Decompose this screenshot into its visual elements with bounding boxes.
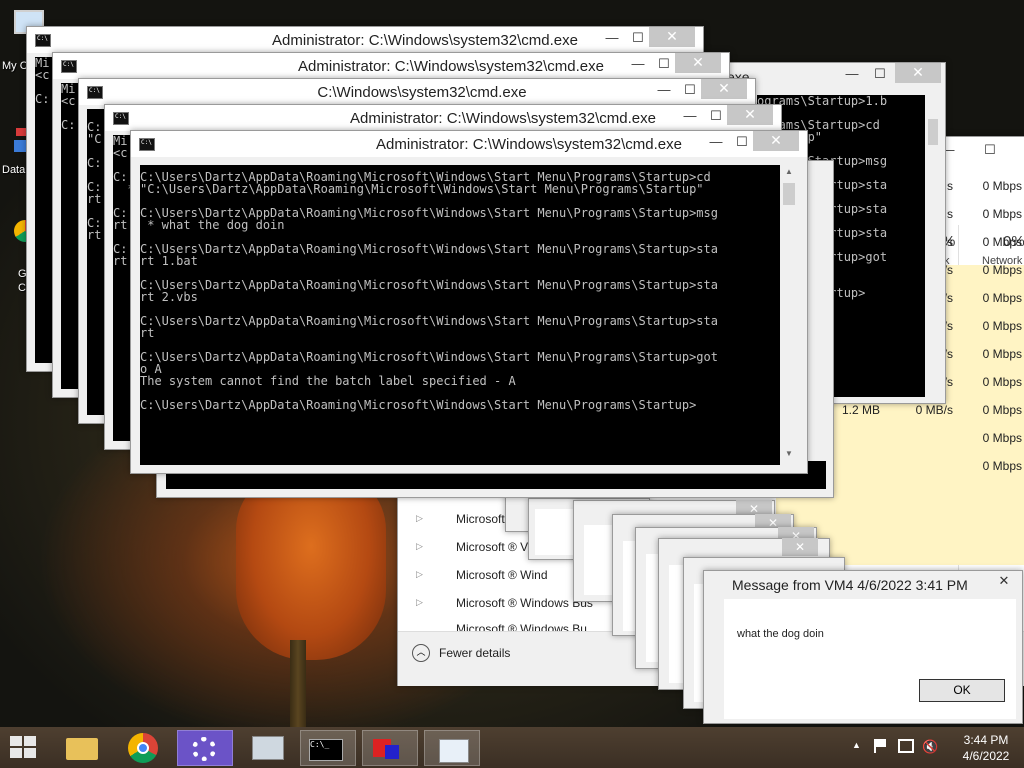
process-expand-icon[interactable]: ▷: [416, 513, 423, 524]
taskbar-paint[interactable]: [362, 730, 418, 766]
speaker-muted-icon[interactable]: 🔇: [922, 739, 938, 755]
process-expand-icon[interactable]: ▷: [416, 541, 423, 552]
task-manager-icon: [439, 739, 469, 763]
desktop-icon-label: My C: [2, 60, 28, 72]
network-cell: 0 Mbps: [982, 263, 1022, 277]
window-title: Administrator: C:\Windows\system32\cmd.e…: [272, 32, 578, 49]
scroll-thumb[interactable]: [783, 183, 795, 205]
folder-icon: [66, 738, 98, 760]
start-button[interactable]: [10, 736, 38, 760]
maximize-button[interactable]: ☐: [651, 55, 677, 75]
message-close-button[interactable]: ✕: [987, 571, 1021, 591]
maximize-button[interactable]: ☐: [677, 81, 703, 101]
network-cell: 0 Mbps: [982, 431, 1022, 445]
scroll-down-icon[interactable]: ▼: [780, 449, 798, 463]
desktop-icon-label: Data: [2, 164, 26, 176]
monitor-icon: [252, 736, 284, 760]
minimize-button[interactable]: —: [703, 133, 729, 153]
taskbar: C:\_ ▲ 🔇 3:44 PM 4/6/2022: [0, 727, 1024, 768]
show-hidden-icons[interactable]: ▲: [852, 740, 861, 750]
process-name: Microsoft ® Windows Bu: [456, 622, 587, 631]
process-name: Microsoft ® V: [456, 540, 529, 554]
cmd-taskbar-icon: C:\_: [309, 739, 343, 761]
window-title: Administrator: C:\Windows\system32\cmd.e…: [350, 110, 656, 127]
taskbar-chrome[interactable]: [116, 730, 172, 766]
network-cell: 0 Mbps: [982, 235, 1022, 249]
process-expand-icon[interactable]: ▷: [416, 569, 423, 580]
minimize-button[interactable]: —: [677, 107, 703, 127]
maximize-button[interactable]: ☐: [625, 29, 651, 49]
clock-date[interactable]: 4/6/2022: [956, 749, 1016, 763]
process-expand-icon[interactable]: ▷: [416, 597, 423, 608]
network-cell: 0 Mbps: [982, 347, 1022, 361]
fewer-details-icon[interactable]: ︿: [412, 644, 430, 662]
message-title: Message from VM4 4/6/2022 3:41 PM: [732, 577, 968, 593]
maximize-button[interactable]: ☐: [977, 141, 1003, 161]
close-button[interactable]: ✕: [649, 27, 695, 47]
desktop-icon-label: C: [18, 282, 26, 294]
gear-icon: [192, 737, 216, 761]
console-scrollbar[interactable]: ▲ ▼: [780, 165, 798, 465]
taskbar-task-manager[interactable]: [424, 730, 480, 766]
process-name: Microsoft ® Wind: [456, 568, 548, 582]
network-cell: 0 Mbps: [982, 403, 1022, 417]
clock-time[interactable]: 3:44 PM: [956, 733, 1016, 747]
close-button[interactable]: ✕: [727, 105, 773, 125]
ok-button[interactable]: OK: [919, 679, 1005, 702]
process-name: Microsoft: [456, 512, 505, 526]
console-output[interactable]: C:\Users\Dartz\AppData\Roaming\Microsoft…: [140, 165, 780, 465]
action-center-flag-icon[interactable]: [874, 739, 890, 753]
scroll-up-icon[interactable]: ▲: [780, 167, 798, 181]
network-cell: 0 Mbps: [982, 375, 1022, 389]
minimize-button[interactable]: —: [599, 29, 625, 49]
taskbar-performance-monitor[interactable]: [240, 730, 296, 766]
maximize-button[interactable]: ☐: [703, 107, 729, 127]
message-body: what the dog doin: [737, 628, 824, 640]
close-button[interactable]: ✕: [782, 538, 818, 556]
close-button[interactable]: ✕: [675, 53, 721, 73]
console-scrollbar[interactable]: [925, 95, 941, 397]
network-cell: 0 Mbps: [982, 207, 1022, 221]
fewer-details-link[interactable]: Fewer details: [439, 646, 510, 660]
maximize-button[interactable]: ☐: [867, 65, 893, 85]
network-cell: 0 Mbps: [982, 291, 1022, 305]
taskbar-settings[interactable]: [177, 730, 233, 766]
tulip-stem: [290, 640, 306, 727]
network-cell: 0 Mbps: [982, 319, 1022, 333]
disk-cell: 0 MB/s: [915, 403, 953, 417]
close-button[interactable]: ✕: [701, 79, 747, 99]
close-button[interactable]: ✕: [895, 63, 941, 83]
window-title: Administrator: C:\Windows\system32\cmd.e…: [376, 136, 682, 153]
tulip-wallpaper: [236, 470, 386, 660]
network-icon[interactable]: [898, 739, 914, 753]
network-cell: 0 Mbps: [982, 179, 1022, 193]
taskbar-file-explorer[interactable]: [54, 730, 110, 766]
minimize-button[interactable]: —: [651, 81, 677, 101]
cmd-window-front[interactable]: Administrator: C:\Windows\system32\cmd.e…: [130, 130, 808, 474]
minimize-button[interactable]: —: [625, 55, 651, 75]
network-cell: 0 Mbps: [982, 459, 1022, 473]
window-title: Administrator: C:\Windows\system32\cmd.e…: [298, 58, 604, 75]
taskbar-command-prompt[interactable]: C:\_: [300, 730, 356, 766]
close-button[interactable]: ✕: [753, 131, 799, 151]
maximize-button[interactable]: ☐: [729, 133, 755, 153]
